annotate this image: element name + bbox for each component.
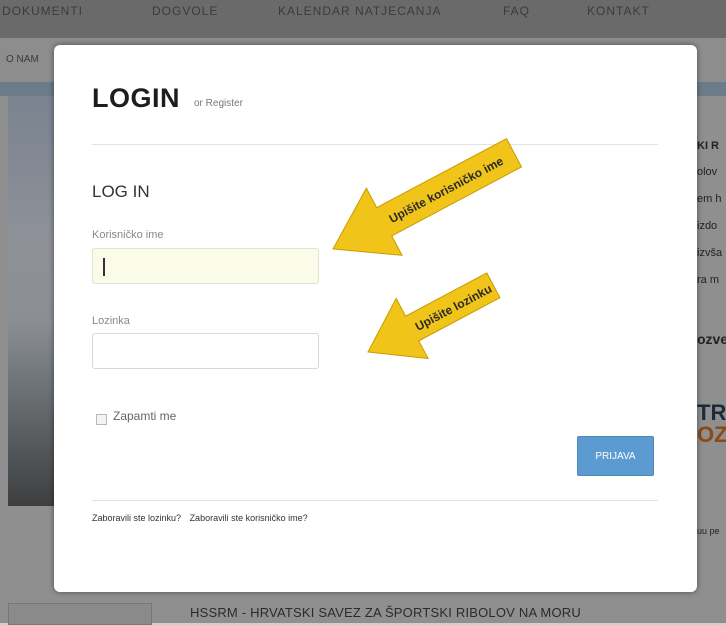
divider: [92, 500, 658, 501]
username-label: Korisničko ime: [92, 229, 164, 241]
background-right-column: KI R olov em h izdo izvša ra m ozve TR O…: [697, 96, 726, 596]
modal-title: LOGIN: [92, 83, 180, 113]
remember-me-label: Zapamti me: [113, 409, 177, 423]
nav-item-kontakt[interactable]: KONTAKT: [587, 4, 650, 18]
forgot-username-link[interactable]: Zaboravili ste korisničko ime?: [190, 513, 308, 523]
bg-text-fragment: olov: [697, 166, 718, 178]
nav-item-dogvole[interactable]: DOGVOLE: [152, 4, 218, 18]
subnav-item-o-nama[interactable]: O NAM: [6, 54, 39, 65]
password-input[interactable]: [92, 333, 319, 369]
bg-link-fragment: ozve: [697, 331, 726, 347]
bg-text-fragment: izvša: [697, 247, 723, 259]
bg-text-fragment: izdo: [697, 220, 718, 232]
password-label: Lozinka: [92, 315, 130, 327]
password-hint-arrow: Upišite lozinku: [360, 270, 520, 360]
background-footer-box: [8, 603, 152, 625]
background-sea-photo: [8, 96, 54, 506]
nav-item-kalendar[interactable]: KALENDAR NATJECANJA: [278, 4, 441, 18]
recovery-links: Zaboravili ste lozinku? Zaboravili ste k…: [92, 513, 314, 523]
bg-heading-fragment: KI R: [697, 140, 719, 152]
text-cursor: [103, 258, 105, 276]
username-input[interactable]: [92, 248, 319, 284]
bg-logo-fragment: OZ: [697, 422, 726, 447]
login-subtitle: LOG IN: [92, 182, 150, 201]
top-navigation: DOKUMENTI DOGVOLE KALENDAR NATJECANJA FA…: [0, 0, 726, 38]
nav-item-dokumenti[interactable]: DOKUMENTI: [2, 4, 83, 18]
forgot-password-link[interactable]: Zaboravili ste lozinku?: [92, 513, 181, 523]
register-link[interactable]: or Register: [194, 98, 243, 109]
username-hint-arrow: Upišite korisničko ime: [323, 120, 563, 260]
register-link-wrapper: or Register: [194, 98, 243, 109]
nav-item-faq[interactable]: FAQ: [503, 4, 530, 18]
login-submit-button[interactable]: PRIJAVA: [577, 436, 654, 476]
username-hint-text: Upišite korisničko ime: [387, 154, 506, 226]
bg-text-fragment: em h: [697, 193, 722, 205]
remember-me-checkbox[interactable]: [96, 414, 107, 425]
background-footer-title: HSSRM - HRVATSKI SAVEZ ZA ŠPORTSKI RIBOL…: [190, 605, 581, 620]
bg-text-fragment: ra m: [697, 274, 719, 286]
bg-text-fragment: uu pe: [697, 526, 720, 536]
